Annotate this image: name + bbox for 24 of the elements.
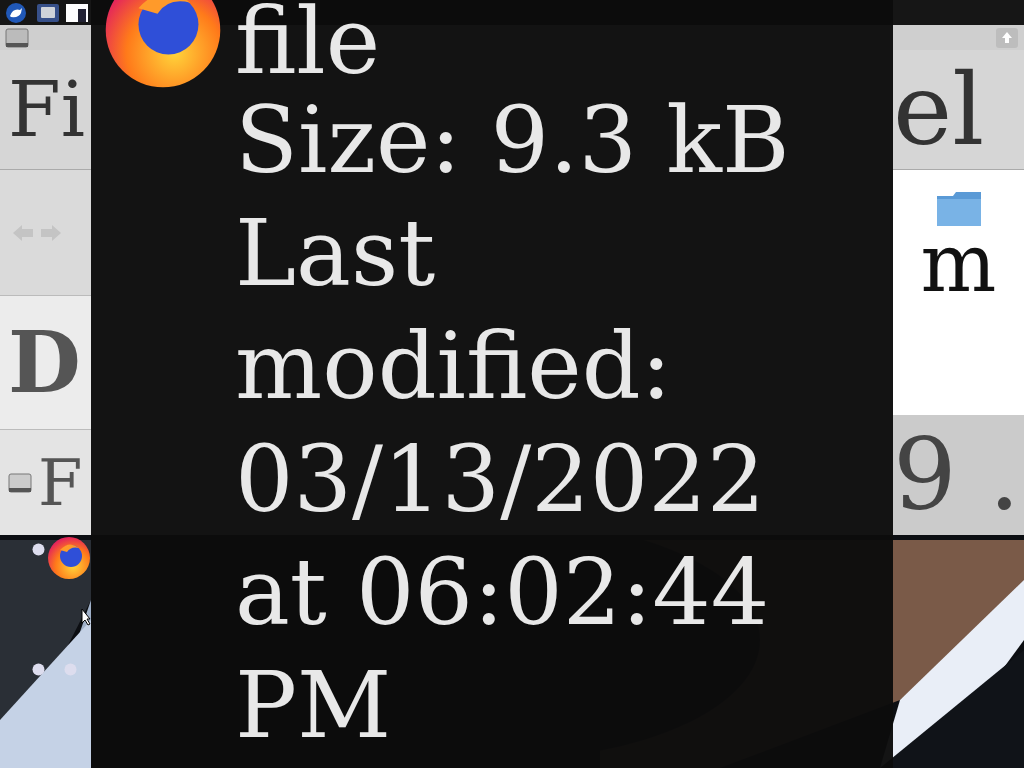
- tooltip-line: 03/13/2022: [235, 425, 767, 535]
- tooltip-line: PM: [235, 651, 393, 761]
- tooltip-line: Size: 9.3 kB: [235, 86, 790, 196]
- folder-icon[interactable]: [934, 190, 983, 228]
- window-icon[interactable]: [66, 4, 88, 22]
- menu-item[interactable]: el: [893, 59, 985, 160]
- status-text: 9 ..: [893, 425, 1024, 525]
- browser-icon: [103, 0, 223, 90]
- sidebar-item[interactable]: F: [0, 430, 91, 535]
- tooltip-line: file: [235, 0, 382, 84]
- device-label: F: [38, 450, 83, 515]
- file-name[interactable]: m: [920, 228, 997, 300]
- tooltip-line: Last: [235, 199, 437, 309]
- dot-icon: [64, 663, 77, 676]
- browser-icon[interactable]: [47, 536, 91, 580]
- dot-icon: [32, 663, 45, 676]
- drive-icon: [5, 26, 29, 49]
- dot-icon: [32, 543, 45, 556]
- tooltip-line: modified:: [235, 312, 673, 422]
- drive-icon: [8, 471, 32, 494]
- drive-icon[interactable]: [36, 3, 60, 23]
- tooltip-line: at 06:02:44: [235, 538, 771, 648]
- menu-item[interactable]: Fi: [0, 71, 86, 148]
- sidebar-heading: D: [7, 320, 81, 405]
